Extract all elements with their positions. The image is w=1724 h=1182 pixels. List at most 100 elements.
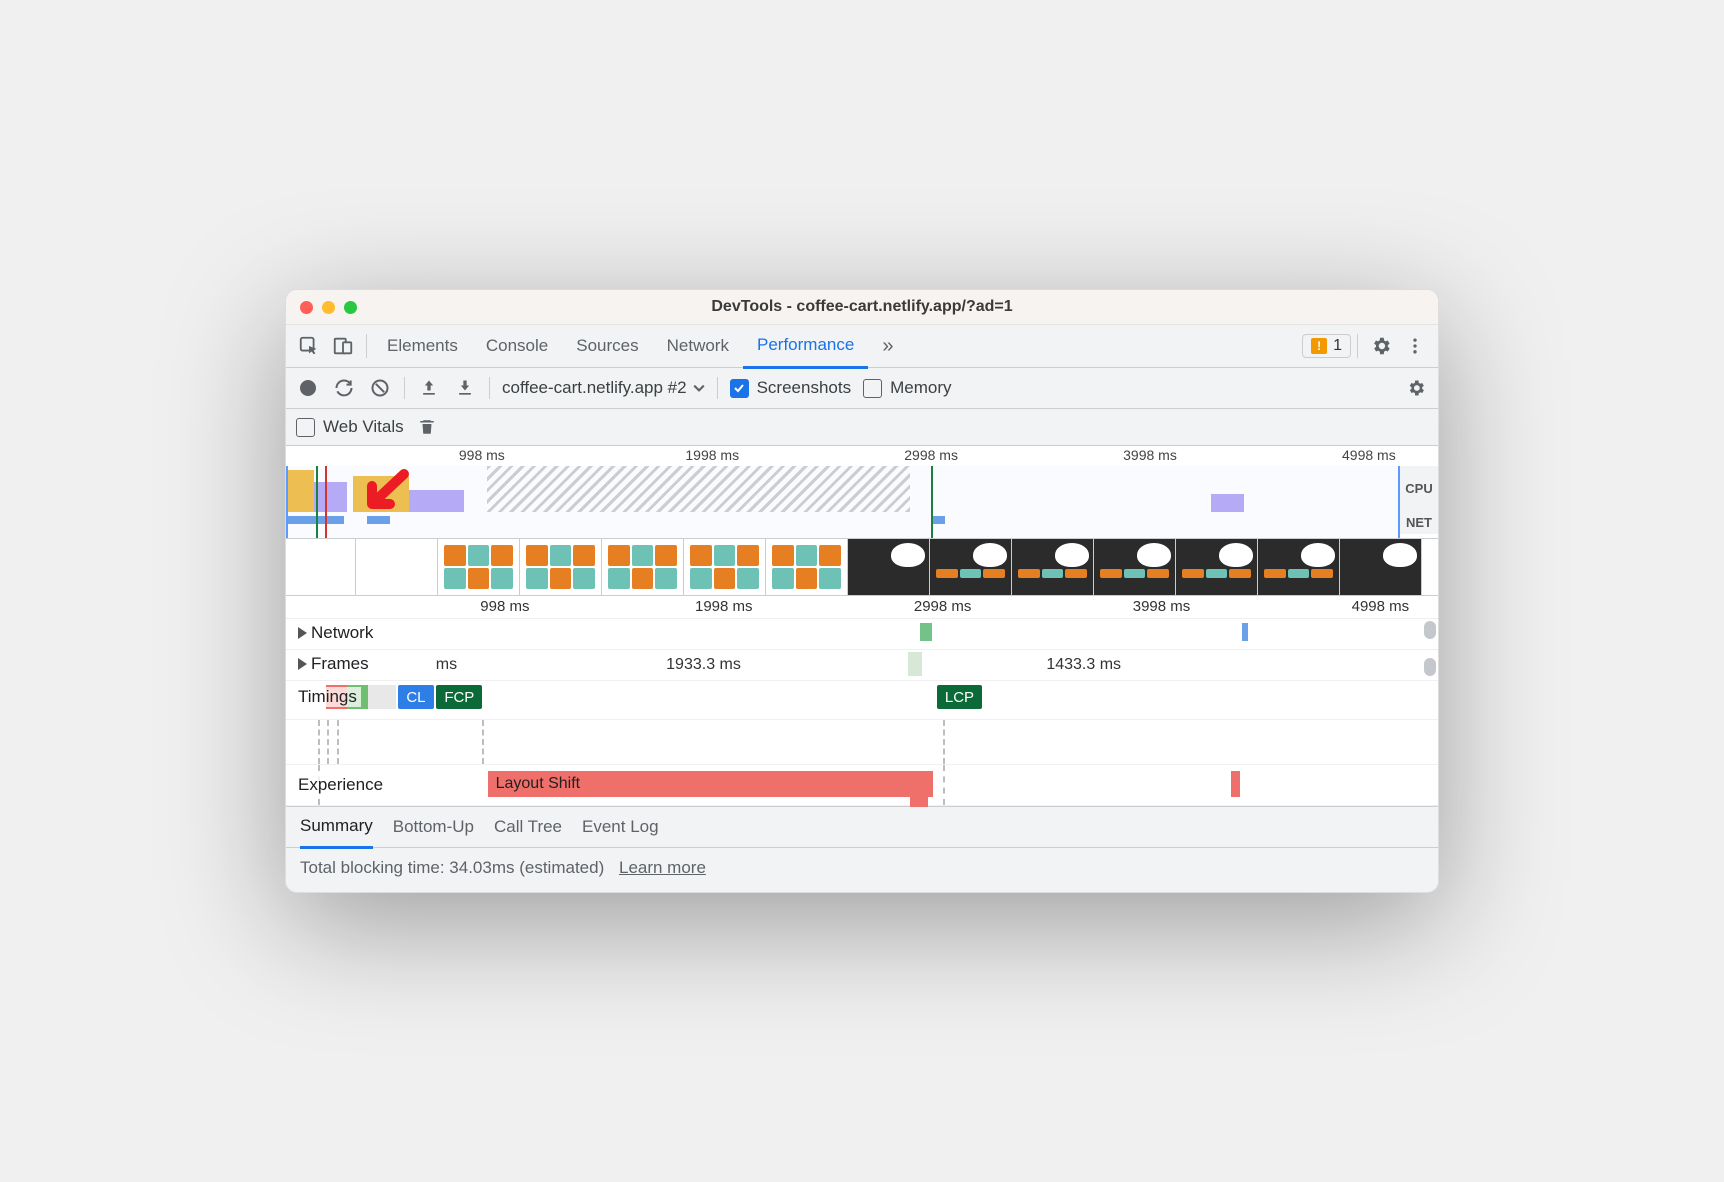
settings-gear-icon[interactable] [1364,329,1398,363]
frame-block[interactable] [908,652,922,676]
track-label: Network [311,623,373,643]
web-vitals-checkbox[interactable]: Web Vitals [296,417,404,437]
capture-settings-gear-icon[interactable] [1404,376,1428,400]
network-event[interactable] [920,623,932,641]
inspect-element-icon[interactable] [292,329,326,363]
reload-record-button[interactable] [332,376,356,400]
ruler-tick: 998 ms [480,598,529,615]
screenshot-thumb[interactable] [1094,539,1176,595]
ruler-tick: 2998 ms [904,447,958,463]
minimize-window-button[interactable] [322,301,335,314]
track-label: Experience [298,775,383,795]
overview-cpu-label: CPU [1399,466,1438,512]
load-profile-icon[interactable] [417,376,441,400]
tab-summary[interactable]: Summary [300,806,373,849]
learn-more-link[interactable]: Learn more [619,858,706,877]
separator [1357,334,1358,358]
clear-button[interactable] [368,376,392,400]
tab-sources[interactable]: Sources [562,325,652,367]
network-event[interactable] [1242,623,1248,641]
screenshot-thumb[interactable] [356,539,438,595]
screenshot-thumb[interactable] [766,539,848,595]
tab-event-log[interactable]: Event Log [582,807,659,847]
layout-shift-bar[interactable]: Layout Shift [488,771,934,797]
tab-network[interactable]: Network [653,325,743,367]
separator [717,377,718,399]
flamechart-ruler: 998 ms 1998 ms 2998 ms 3998 ms 4998 ms [286,596,1438,619]
scrollbar-thumb[interactable] [1424,621,1436,639]
track-frames[interactable]: Frames ms 1933.3 ms 1433.3 ms [286,650,1438,681]
screenshot-thumb[interactable] [520,539,602,595]
track-network[interactable]: Network [286,619,1438,650]
ruler-tick: 3998 ms [1133,598,1191,615]
recording-selector[interactable]: coffee-cart.netlify.app #2 [502,378,705,398]
memory-label: Memory [890,378,951,398]
separator [366,334,367,358]
overview-panel[interactable]: 998 ms 1998 ms 2998 ms 3998 ms 4998 ms C… [286,446,1438,539]
track-experience[interactable]: Experience Layout Shift [286,765,1438,806]
tab-performance[interactable]: Performance [743,324,868,369]
annotation-arrow-icon [356,468,412,516]
overview-ruler: 998 ms 1998 ms 2998 ms 3998 ms 4998 ms [286,446,1438,466]
frame-duration: 1433.3 ms [1046,656,1121,674]
web-vitals-label: Web Vitals [323,417,404,437]
details-tabstrip: Summary Bottom-Up Call Tree Event Log [286,806,1438,848]
maximize-window-button[interactable] [344,301,357,314]
issues-count: 1 [1333,337,1342,355]
ruler-tick: 1998 ms [685,447,739,463]
expand-triangle-icon[interactable] [298,658,307,670]
performance-toolbar: coffee-cart.netlify.app #2 Screenshots M… [286,368,1438,409]
device-toolbar-icon[interactable] [326,329,360,363]
save-profile-icon[interactable] [453,376,477,400]
screenshot-thumb[interactable] [602,539,684,595]
window-title: DevTools - coffee-cart.netlify.app/?ad=1 [286,298,1438,316]
tab-elements[interactable]: Elements [373,325,472,367]
screenshot-thumb[interactable] [848,539,930,595]
record-button[interactable] [296,376,320,400]
marker-line [325,466,327,538]
cls-badge[interactable]: CL [398,685,433,709]
marker-line [316,466,318,538]
net-activity [286,516,344,524]
ruler-tick: 4998 ms [1342,447,1396,463]
scrollbar-thumb[interactable] [1424,658,1436,676]
expand-triangle-icon[interactable] [298,627,307,639]
net-activity [931,516,945,524]
screenshot-thumb[interactable] [1258,539,1340,595]
close-window-button[interactable] [300,301,313,314]
performance-toolbar-row2: Web Vitals [286,409,1438,446]
screenshot-thumb[interactable] [930,539,1012,595]
ruler-tick: 1998 ms [695,598,753,615]
garbage-collect-icon[interactable] [418,417,436,437]
screenshots-checkbox[interactable]: Screenshots [730,378,852,398]
layout-shift-bar[interactable] [910,797,927,807]
screenshot-thumb[interactable] [1176,539,1258,595]
screenshots-filmstrip[interactable] [286,539,1438,596]
issues-button[interactable]: ! 1 [1302,334,1351,358]
flamechart-panel[interactable]: 998 ms 1998 ms 2998 ms 3998 ms 4998 ms N… [286,596,1438,806]
tab-bottom-up[interactable]: Bottom-Up [393,807,474,847]
titlebar: DevTools - coffee-cart.netlify.app/?ad=1 [286,290,1438,325]
overview-body[interactable]: CPU NET [286,466,1438,538]
tab-call-tree[interactable]: Call Tree [494,807,562,847]
marker-line [931,466,933,538]
cpu-activity [314,482,347,512]
screenshot-thumb[interactable] [684,539,766,595]
tab-console[interactable]: Console [472,325,562,367]
frame-duration: 1933.3 ms [666,656,741,674]
separator [489,377,490,399]
lcp-badge[interactable]: LCP [937,685,982,709]
track-timings[interactable]: Timings CL FCP LCP [286,681,1438,720]
summary-panel: Total blocking time: 34.03ms (estimated)… [286,848,1438,892]
memory-checkbox[interactable]: Memory [863,378,951,398]
layout-shift-bar[interactable] [1231,771,1240,797]
cpu-activity [409,490,465,512]
tabs-overflow-button[interactable]: » [868,325,907,367]
more-menu-icon[interactable] [1398,329,1432,363]
screenshot-thumb[interactable] [438,539,520,595]
screenshot-thumb[interactable] [1340,539,1422,595]
fcp-badge[interactable]: FCP [436,685,482,709]
track-label: Frames [311,654,369,674]
screenshot-thumb[interactable] [1012,539,1094,595]
screenshot-thumb[interactable] [286,539,356,595]
